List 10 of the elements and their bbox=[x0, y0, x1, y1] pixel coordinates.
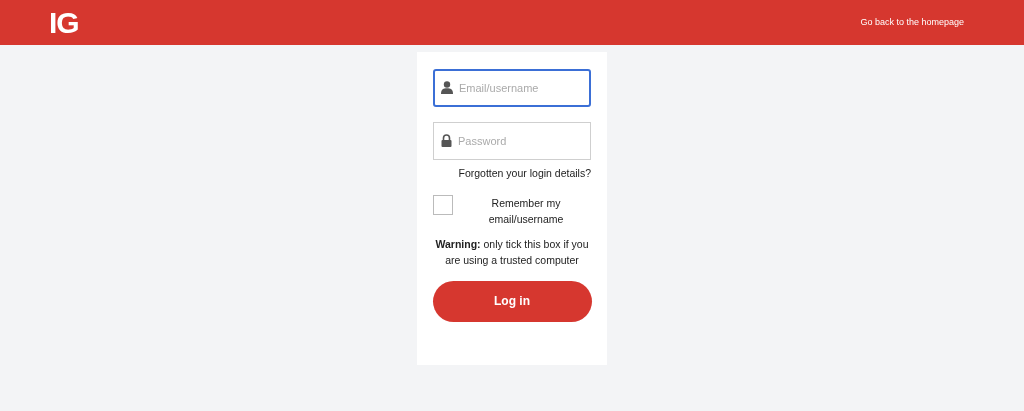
checkbox[interactable] bbox=[433, 194, 453, 215]
homepage-link[interactable]: Go back to the homepage bbox=[860, 15, 964, 30]
remember-label: Remember my email/username bbox=[487, 195, 565, 227]
forgot-link[interactable]: Forgotten your login details? bbox=[458, 166, 591, 182]
login-button[interactable]: Log in bbox=[432, 280, 592, 322]
user-icon bbox=[441, 81, 453, 94]
logo[interactable]: IG bbox=[49, 7, 79, 38]
lock-icon bbox=[441, 134, 452, 147]
warning-text: Warning: only tick this box if you are using a trusted computer bbox=[434, 236, 590, 268]
input-field[interactable]: Email/username bbox=[433, 69, 591, 107]
